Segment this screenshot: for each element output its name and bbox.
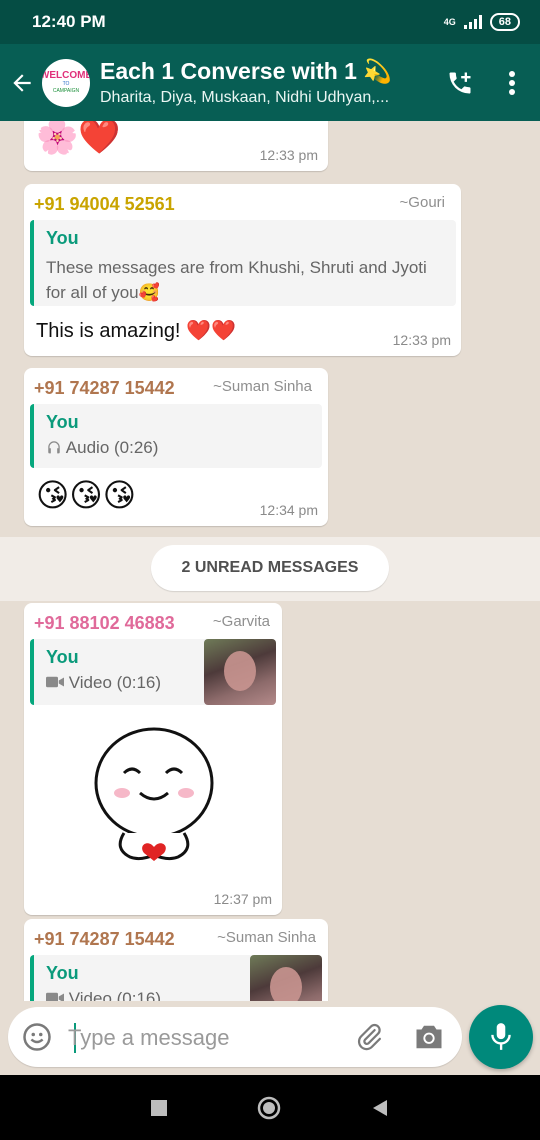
message-time: 12:33 pm bbox=[392, 332, 451, 348]
sticker-image[interactable] bbox=[84, 721, 224, 871]
video-camera-icon bbox=[46, 992, 64, 1001]
sender-alias: ~Suman Sinha bbox=[213, 378, 312, 395]
home-icon[interactable] bbox=[257, 1096, 281, 1120]
quote-text: Audio (0:26) bbox=[65, 438, 159, 457]
emoji-icon[interactable] bbox=[22, 1022, 52, 1052]
video-thumbnail[interactable] bbox=[250, 955, 322, 1001]
quote-text: These messages are from Khushi, Shruti a… bbox=[46, 258, 427, 302]
back-nav-icon[interactable] bbox=[371, 1099, 389, 1117]
quoted-message[interactable]: You Video (0:16) bbox=[30, 639, 276, 705]
group-members: Dharita, Diya, Muskaan, Nidhi Udhyan,... bbox=[100, 89, 390, 106]
message-text: 🌸❤️ bbox=[36, 121, 121, 156]
quote-text: Video (0:16) bbox=[68, 673, 162, 692]
message-time: 12:34 pm bbox=[259, 502, 318, 518]
message-time: 12:33 pm bbox=[259, 147, 318, 163]
message-bubble[interactable]: +91 74287 15442 ~Suman Sinha You Video (… bbox=[24, 919, 328, 1001]
headphones-icon bbox=[48, 441, 60, 454]
avatar-text-to: TO bbox=[62, 81, 70, 87]
quote-text: Video (0:16) bbox=[68, 989, 162, 1001]
chat-area[interactable]: 🌸❤️ 12:33 pm +91 94004 52561 ~Gouri You … bbox=[0, 121, 540, 1001]
message-bubble[interactable]: +91 88102 46883 ~Garvita You Video (0:16… bbox=[24, 603, 282, 915]
unread-divider: 2 UNREAD MESSAGES bbox=[0, 537, 540, 601]
composer-bar: Type a message bbox=[0, 1001, 540, 1075]
battery-indicator: 68 bbox=[489, 13, 520, 31]
message-bubble[interactable]: +91 74287 15442 ~Suman Sinha You Audio (… bbox=[24, 368, 328, 526]
quote-author: You bbox=[46, 412, 79, 432]
message-input[interactable]: Type a message bbox=[8, 1007, 462, 1067]
signal-icon bbox=[463, 15, 482, 29]
message-text: 😘😘😘 bbox=[36, 477, 137, 513]
message-text: This is amazing! ❤️❤️ bbox=[36, 320, 236, 342]
sender-alias: ~Gouri bbox=[399, 194, 445, 211]
video-camera-icon bbox=[46, 676, 64, 688]
group-avatar[interactable]: WELCOME TO CAMPAIGN bbox=[42, 58, 90, 107]
sender-number[interactable]: +91 74287 15442 bbox=[34, 378, 175, 399]
sender-number[interactable]: +91 94004 52561 bbox=[34, 194, 175, 215]
add-call-icon[interactable] bbox=[446, 69, 474, 97]
system-nav-bar bbox=[0, 1075, 540, 1140]
group-info[interactable]: Each 1 Converse with 1 💫 Dharita, Diya, … bbox=[100, 58, 446, 107]
message-bubble[interactable]: +91 94004 52561 ~Gouri You These message… bbox=[24, 184, 461, 356]
quote-author: You bbox=[46, 228, 79, 248]
recent-apps-icon[interactable] bbox=[151, 1099, 167, 1116]
avatar-text-campaign: CAMPAIGN bbox=[52, 88, 80, 94]
avatar-text-welcome: WELCOME bbox=[42, 70, 90, 81]
microphone-icon bbox=[491, 1023, 511, 1050]
more-options-icon[interactable] bbox=[508, 70, 516, 96]
status-time: 12:40 PM bbox=[32, 12, 106, 31]
back-button[interactable] bbox=[2, 70, 42, 96]
unread-messages-badge: 2 UNREAD MESSAGES bbox=[151, 545, 389, 591]
message-placeholder: Type a message bbox=[68, 1025, 230, 1050]
quoted-message[interactable]: You Audio (0:26) bbox=[30, 404, 322, 468]
message-bubble[interactable]: 🌸❤️ 12:33 pm bbox=[24, 121, 328, 171]
chat-header: WELCOME TO CAMPAIGN Each 1 Converse with… bbox=[0, 44, 540, 121]
attach-icon[interactable] bbox=[354, 1022, 384, 1052]
message-time: 12:37 pm bbox=[213, 891, 272, 907]
sender-alias: ~Garvita bbox=[212, 613, 270, 630]
quoted-message[interactable]: You These messages are from Khushi, Shru… bbox=[30, 220, 456, 306]
status-icons: 4G 68 bbox=[444, 13, 520, 31]
camera-icon[interactable] bbox=[414, 1023, 444, 1051]
quoted-message[interactable]: You Video (0:16) bbox=[30, 955, 322, 1001]
network-label: 4G bbox=[443, 17, 456, 27]
status-bar: 12:40 PM 4G 68 bbox=[0, 0, 540, 44]
sender-alias: ~Suman Sinha bbox=[217, 929, 316, 946]
back-arrow-icon bbox=[13, 73, 31, 92]
sender-number[interactable]: +91 74287 15442 bbox=[34, 929, 175, 950]
sender-number[interactable]: +91 88102 46883 bbox=[34, 613, 175, 634]
video-thumbnail[interactable] bbox=[204, 639, 276, 705]
voice-record-button[interactable] bbox=[469, 1005, 533, 1069]
group-title: Each 1 Converse with 1 💫 bbox=[100, 58, 392, 84]
